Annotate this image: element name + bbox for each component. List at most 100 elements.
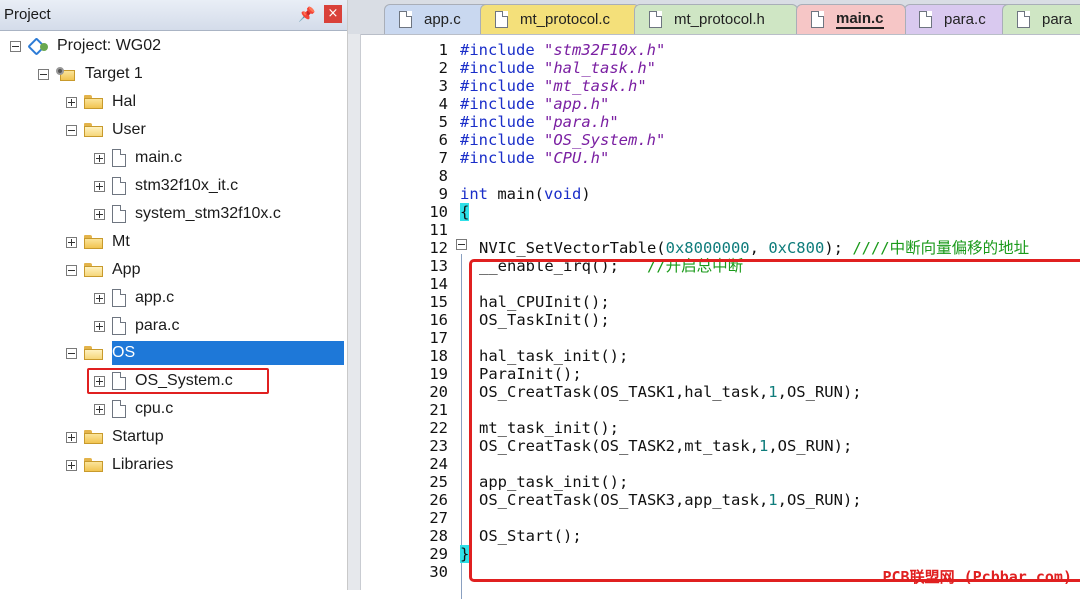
line-number: 6 [438,131,448,149]
watermark-text: PCB联盟网 (Pcbbar.com) [882,568,1073,586]
tree-label: system_stm32f10x.c [135,205,281,222]
expand-icon[interactable] [94,320,105,332]
close-icon[interactable]: × [324,5,342,23]
code-editor: app.c mt_protocol.c mt_protocol.h main.c… [348,0,1080,599]
line-number: 18 [429,347,448,365]
fold-collapse-icon[interactable] [456,239,467,250]
expand-icon[interactable] [94,180,105,192]
code-token: #include [460,131,535,149]
tree-item-file-stm32f10x-it-c[interactable]: stm32f10x_it.c [94,173,238,199]
code-token: "mt_task.h" [544,77,647,95]
line-number: 27 [429,509,448,527]
tree-item-group-libraries[interactable]: Libraries [66,452,173,478]
tree-item-file-system-stm32f10x-c[interactable]: system_stm32f10x.c [94,201,281,227]
line-number: 25 [429,473,448,491]
tree-item-group-hal[interactable]: Hal [66,89,136,115]
tree-item-file-cpu-c[interactable]: cpu.c [94,396,173,422]
file-icon [112,149,126,167]
line-number: 16 [429,311,448,329]
code-token: 0x8000000 [665,239,750,257]
tree-item-target[interactable]: Target 1 [38,61,143,87]
file-icon [1017,11,1030,28]
tree-item-group-mt[interactable]: Mt [66,229,130,255]
expand-icon[interactable] [66,96,77,108]
expand-icon[interactable] [66,431,77,443]
code-token: NVIC_SetVectorTable( [479,239,666,257]
code-token: #include [460,77,535,95]
tree-label: stm32f10x_it.c [135,177,239,194]
project-panel: Project 📌 × Project: WG02 Target 1 Hal U… [0,0,348,590]
line-number: 21 [429,401,448,419]
line-number: 7 [438,149,448,167]
code-token: "OS_System.h" [544,131,666,149]
line-number: 23 [429,437,448,455]
folder-icon [84,235,103,249]
tree-item-group-startup[interactable]: Startup [66,424,164,450]
code-area[interactable]: #include "stm32F10x.h" #include "hal_tas… [360,34,1080,599]
code-token: ); [824,239,853,257]
tab-main-c[interactable]: main.c [796,4,906,34]
file-icon [112,317,126,335]
line-number: 4 [438,95,448,113]
tree-label: Target 1 [85,65,143,82]
code-token: , [749,239,769,257]
annotation-highlight-box [87,368,269,394]
folder-open-icon [84,263,103,277]
line-number: 28 [429,527,448,545]
tree-item-file-main-c[interactable]: main.c [94,145,182,171]
file-icon [112,177,126,195]
collapse-icon[interactable] [38,68,49,80]
line-number: 12 [429,239,448,257]
tree-item-file-app-c[interactable]: app.c [94,285,174,311]
tree-item-group-app[interactable]: App [66,257,140,283]
editor-tab-strip: app.c mt_protocol.c mt_protocol.h main.c… [348,0,1080,35]
line-number: 19 [429,365,448,383]
tree-label: para.c [135,317,180,334]
expand-icon[interactable] [94,152,105,164]
file-icon [112,400,126,418]
tree-item-group-user[interactable]: User [66,117,146,143]
collapse-icon[interactable] [66,264,77,276]
line-number: 8 [438,167,448,185]
expand-icon[interactable] [94,292,105,304]
project-panel-header: Project 📌 × [0,0,347,31]
expand-icon[interactable] [66,236,77,248]
line-number: 3 [438,77,448,95]
code-token: #include [460,59,535,77]
tree-item-group-os[interactable]: OS [66,340,135,366]
collapse-icon[interactable] [10,40,21,52]
expand-icon[interactable] [94,208,105,220]
expand-icon[interactable] [94,403,105,415]
expand-icon[interactable] [66,459,77,471]
project-icon [28,37,50,55]
tab-para[interactable]: para [1002,4,1080,34]
tab-mt-protocol-c[interactable]: mt_protocol.c [480,4,640,34]
line-number: 11 [429,221,448,239]
file-icon [112,205,126,223]
tree-label: app.c [135,289,175,306]
code-token: 0xC800 [768,239,825,257]
code-token: "app.h" [544,95,610,113]
tree-item-file-para-c[interactable]: para.c [94,313,179,339]
code-token: #include [460,113,535,131]
line-number: 9 [438,185,448,203]
code-token: void [544,185,582,203]
tab-para-c[interactable]: para.c [904,4,1014,34]
collapse-icon[interactable] [66,124,77,136]
tab-label: mt_protocol.c [520,11,611,28]
pin-icon[interactable]: 📌 [297,5,317,25]
folder-icon [84,430,103,444]
file-icon [112,289,126,307]
file-icon [919,11,932,28]
tree-label: Libraries [112,456,174,473]
tab-label: para.c [944,11,986,28]
tree-item-project-root[interactable]: Project: WG02 [10,33,161,59]
tab-mt-protocol-h[interactable]: mt_protocol.h [634,4,798,34]
line-number: 1 [438,41,448,59]
line-number: 22 [429,419,448,437]
collapse-icon[interactable] [66,347,77,359]
tree-label: Project: WG02 [57,37,162,54]
line-number: 29 [429,545,448,563]
file-icon [649,11,662,28]
code-token: "hal_task.h" [544,59,656,77]
